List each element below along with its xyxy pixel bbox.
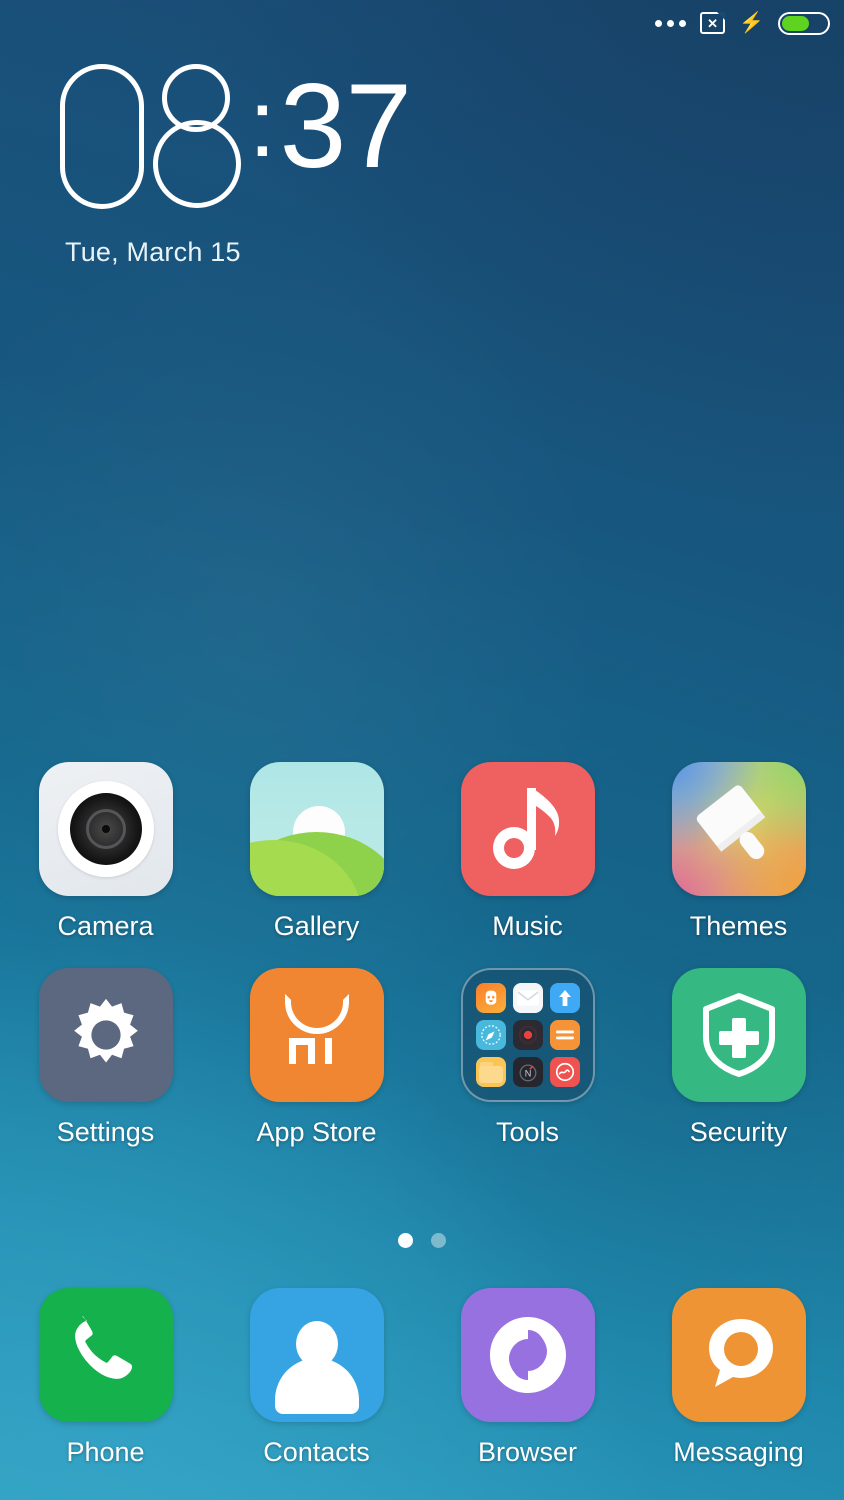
- clock-widget[interactable]: : 37 Tue, March 15: [60, 59, 412, 268]
- app-label-contacts: Contacts: [263, 1437, 370, 1467]
- app-label-music: Music: [492, 911, 563, 941]
- paintbrush-icon[interactable]: [671, 762, 806, 896]
- recorder-icon: [512, 1020, 543, 1050]
- mi-logo-icon: [288, 1038, 332, 1064]
- shopping-bag-mi-icon[interactable]: [249, 968, 384, 1102]
- app-label-appstore: App Store: [256, 1117, 377, 1147]
- music-note-icon[interactable]: [460, 762, 595, 896]
- person-icon[interactable]: [249, 1288, 384, 1422]
- app-grid: Camera Gallery Music Themes Settings App…: [0, 762, 844, 1148]
- dock: Phone Contacts Browser Messaging: [0, 1288, 844, 1468]
- phone-handset-icon[interactable]: [38, 1288, 173, 1422]
- app-folder-tools[interactable]: N Tools: [422, 968, 633, 1148]
- gallery-icon[interactable]: [249, 762, 384, 896]
- app-label-themes: Themes: [689, 911, 788, 941]
- app-gallery[interactable]: Gallery: [211, 762, 422, 942]
- app-label-messaging: Messaging: [673, 1437, 804, 1467]
- n-compass-icon: N: [512, 1057, 543, 1087]
- app-themes[interactable]: Themes: [633, 762, 844, 942]
- no-sim-card-icon: ✕: [700, 12, 726, 34]
- mail-icon: [512, 983, 543, 1013]
- app-label-gallery: Gallery: [273, 911, 360, 941]
- charging-bolt-icon: ⚡: [739, 12, 764, 34]
- updater-arrow-icon: [549, 983, 580, 1013]
- scanner-icon: [549, 1057, 580, 1087]
- page-indicator: [0, 1233, 844, 1248]
- clock-hour-digit-0: [60, 64, 144, 209]
- mi-video-icon: [475, 983, 506, 1013]
- gear-icon[interactable]: [38, 968, 173, 1102]
- app-label-camera: Camera: [57, 911, 154, 941]
- app-security[interactable]: Security: [633, 968, 844, 1148]
- svg-text:N: N: [524, 1069, 531, 1079]
- clock-separator: :: [249, 70, 276, 177]
- app-browser[interactable]: Browser: [422, 1288, 633, 1468]
- clock-date: Tue, March 15: [65, 237, 241, 267]
- app-music[interactable]: Music: [422, 762, 633, 942]
- browser-swirl-icon[interactable]: [460, 1288, 595, 1422]
- file-explorer-icon: [475, 1057, 506, 1087]
- camera-icon[interactable]: [38, 762, 173, 896]
- app-label-security: Security: [689, 1117, 788, 1147]
- compass-icon: [475, 1020, 506, 1050]
- app-appstore[interactable]: App Store: [211, 968, 422, 1148]
- app-contacts[interactable]: Contacts: [211, 1288, 422, 1468]
- clock-hour-digit-8: [151, 64, 243, 209]
- app-settings[interactable]: Settings: [0, 968, 211, 1148]
- clock-time: : 37: [60, 59, 412, 209]
- notes-icon: [549, 1020, 580, 1050]
- status-bar: ✕ ⚡: [0, 0, 844, 46]
- app-label-tools: Tools: [495, 1117, 560, 1147]
- battery-level-fill: [782, 15, 810, 31]
- folder-preview-grid: N: [475, 983, 580, 1087]
- app-label-browser: Browser: [477, 1437, 578, 1467]
- app-camera[interactable]: Camera: [0, 762, 211, 942]
- app-phone[interactable]: Phone: [0, 1288, 211, 1468]
- bag-handle-icon: [284, 994, 349, 1034]
- folder-icon[interactable]: N: [460, 968, 595, 1102]
- app-messaging[interactable]: Messaging: [633, 1288, 844, 1468]
- page-dot-2[interactable]: [431, 1233, 446, 1248]
- battery-icon: [778, 11, 830, 35]
- more-dots-icon: [655, 19, 687, 27]
- clock-minutes: 37: [279, 59, 412, 193]
- speech-bubble-icon[interactable]: [671, 1288, 806, 1422]
- shield-plus-icon[interactable]: [671, 968, 806, 1102]
- app-label-settings: Settings: [56, 1117, 155, 1147]
- page-dot-1[interactable]: [398, 1233, 413, 1248]
- app-label-phone: Phone: [66, 1437, 145, 1467]
